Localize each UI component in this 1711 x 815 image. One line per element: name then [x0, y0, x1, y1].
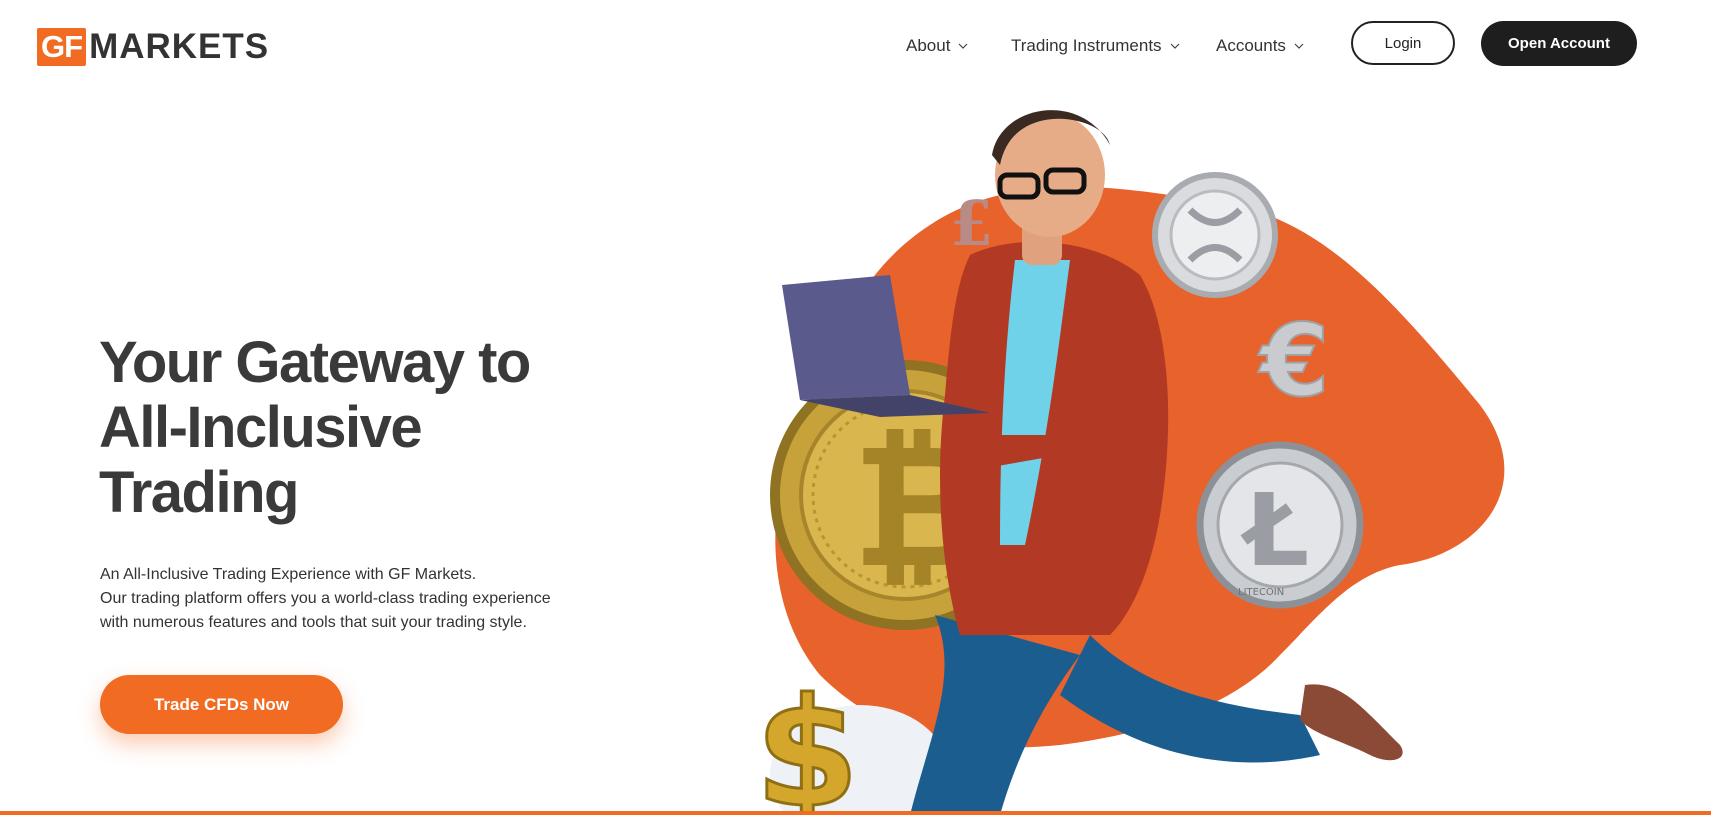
nav-trading-instruments-label: Trading Instruments — [1011, 36, 1162, 55]
hero-title-line-3: Trading — [99, 460, 299, 525]
bottom-accent-bar — [0, 811, 1711, 815]
hero-illustration: £ € ₿ Ł LITECOIN $ — [760, 110, 1505, 815]
chevron-down-icon — [959, 43, 968, 49]
nav-trading-instruments[interactable]: Trading Instruments — [1011, 36, 1180, 56]
ripple-coin-icon — [1152, 172, 1278, 298]
litecoin-coin-icon: Ł LITECOIN — [1196, 441, 1364, 609]
svg-text:LITECOIN: LITECOIN — [1238, 587, 1284, 598]
nav-accounts-label: Accounts — [1216, 36, 1286, 55]
euro-symbol-icon: € — [1257, 301, 1331, 420]
chevron-down-icon — [1170, 43, 1179, 49]
nav-about[interactable]: About — [906, 36, 968, 56]
hero-desc-line-3: with numerous features and tools that su… — [100, 614, 527, 631]
logo[interactable]: GF MARKETS — [37, 28, 269, 66]
chevron-down-icon — [1294, 43, 1304, 49]
dollar-symbol-icon: $ — [760, 666, 861, 815]
svg-text:$: $ — [760, 667, 859, 815]
hero-title-line-2: All-Inclusive — [99, 395, 423, 460]
hero-title-line-1: Your Gateway to — [99, 330, 531, 395]
nav-accounts[interactable]: Accounts — [1216, 36, 1304, 56]
hero-title: Your Gateway to All-Inclusive Trading — [99, 330, 619, 525]
open-account-button[interactable]: Open Account — [1481, 21, 1637, 66]
hero-desc-line-1: An All-Inclusive Trading Experience with… — [100, 566, 477, 583]
hero-desc-line-2: Our trading platform offers you a world-… — [100, 590, 551, 607]
hero-description: An All-Inclusive Trading Experience with… — [100, 563, 660, 635]
nav-about-label: About — [906, 36, 951, 55]
logo-wordmark: MARKETS — [89, 27, 270, 66]
svg-text:€: € — [1258, 302, 1330, 419]
trade-cfds-button[interactable]: Trade CFDs Now — [100, 675, 343, 734]
login-button[interactable]: Login — [1351, 21, 1455, 65]
logo-gf-mark: GF — [37, 28, 87, 66]
svg-text:Ł: Ł — [1240, 472, 1309, 589]
